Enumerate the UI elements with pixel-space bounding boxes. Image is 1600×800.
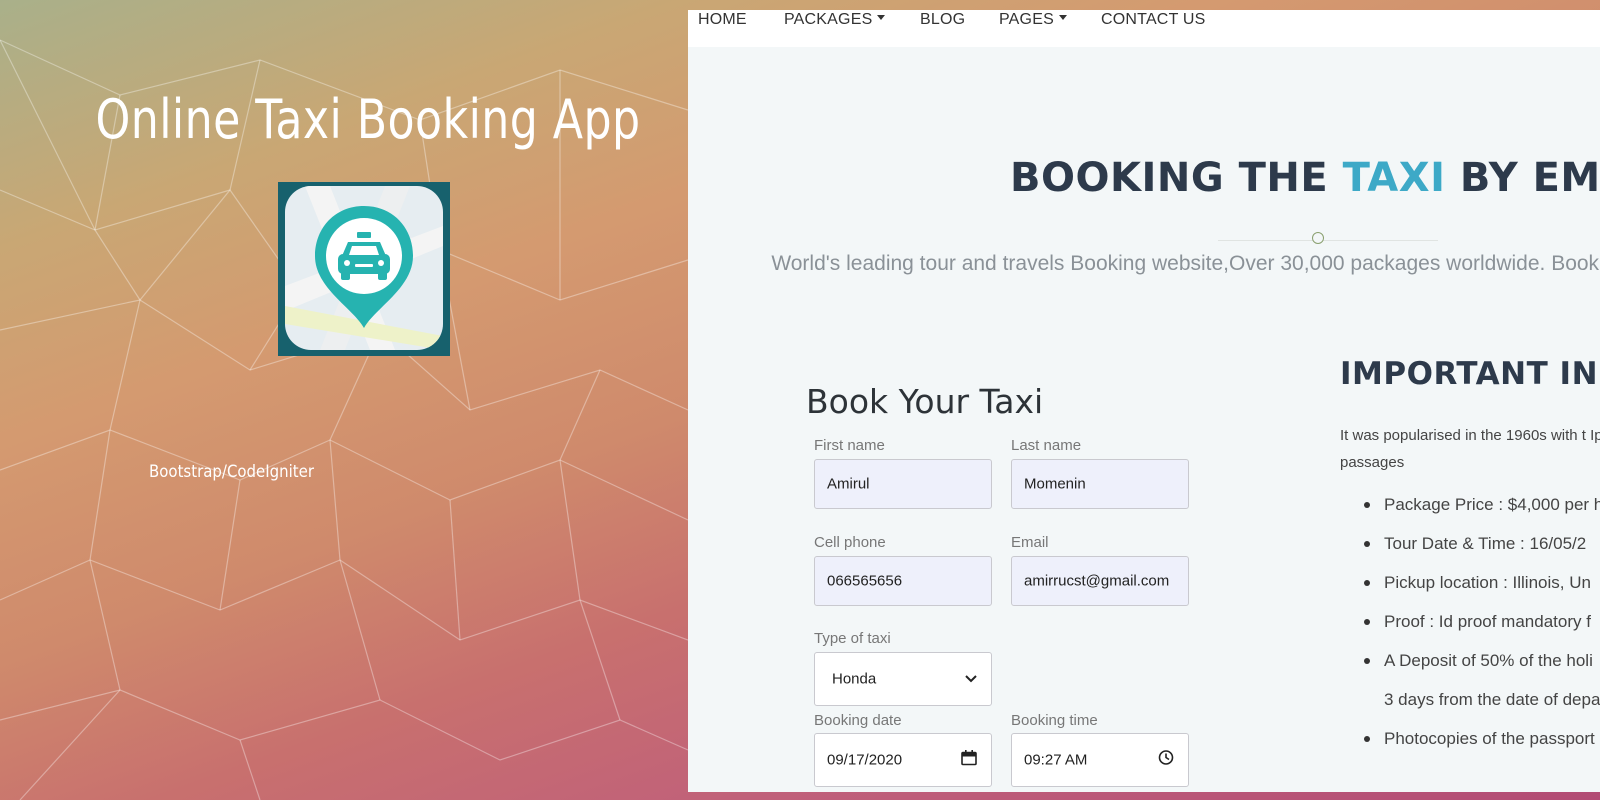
first-name-value: Amirul bbox=[827, 475, 870, 493]
list-item: Pickup location : Illinois, Un bbox=[1363, 571, 1600, 610]
booking-time-input[interactable]: 09:27 AM bbox=[1011, 733, 1189, 787]
cell-phone-label: Cell phone bbox=[814, 534, 886, 551]
taxi-type-select[interactable]: Honda bbox=[814, 652, 992, 706]
email-input[interactable]: amirrucst@gmail.com bbox=[1011, 556, 1189, 606]
nav-blog-label: BLOG bbox=[920, 11, 966, 28]
taxi-type-value: Honda bbox=[832, 670, 877, 688]
booking-time-label: Booking time bbox=[1011, 712, 1098, 729]
list-item-continuation: 3 days from the date of depa bbox=[1384, 690, 1600, 709]
nav-packages-label: PACKAGES bbox=[784, 11, 873, 28]
taxi-type-label: Type of taxi bbox=[814, 630, 891, 647]
hero-title-post: BY EMA bbox=[1459, 155, 1600, 201]
cell-phone-input[interactable]: 066565656 bbox=[814, 556, 992, 606]
nav-pages-label: PAGES bbox=[999, 11, 1054, 28]
hero-title-pre: BOOKING THE bbox=[1010, 155, 1343, 201]
booking-date-input[interactable]: 09/17/2020 bbox=[814, 733, 992, 787]
booking-form-title: Book Your Taxi bbox=[806, 382, 1044, 421]
booking-date-label: Booking date bbox=[814, 712, 902, 729]
booking-time-value: 09:27 AM bbox=[1024, 751, 1088, 769]
important-info-list: Package Price : $4,000 per h Tour Date &… bbox=[1340, 493, 1600, 766]
promo-panel: Online Taxi Booking App Bootstrap/CodeIg… bbox=[0, 0, 688, 800]
nav-pages[interactable]: PAGES bbox=[999, 11, 1067, 29]
booking-date-value: 09/17/2020 bbox=[827, 751, 903, 769]
navbar: HOME PACKAGES BLOG PAGES CONTACT US bbox=[688, 10, 1600, 47]
nav-blog[interactable]: BLOG bbox=[920, 11, 965, 29]
last-name-input[interactable]: Momenin bbox=[1011, 459, 1189, 509]
nav-contact-us[interactable]: CONTACT US bbox=[1101, 11, 1206, 29]
caret-down-icon bbox=[1058, 15, 1067, 21]
email-value: amirrucst@gmail.com bbox=[1024, 572, 1170, 590]
website-preview: HOME PACKAGES BLOG PAGES CONTACT US BOOK… bbox=[688, 10, 1600, 792]
list-item: Photocopies of the passport bbox=[1363, 727, 1600, 766]
nav-home[interactable]: HOME bbox=[698, 11, 747, 29]
app-icon bbox=[278, 182, 450, 356]
promo-subtitle: Bootstrap/CodeIgniter bbox=[149, 462, 315, 482]
chevron-down-icon bbox=[965, 670, 977, 688]
nav-home-label: HOME bbox=[698, 11, 747, 28]
email-label: Email bbox=[1011, 534, 1049, 551]
list-item: Package Price : $4,000 per h bbox=[1363, 493, 1600, 532]
list-item: Tour Date & Time : 16/05/2 bbox=[1363, 532, 1600, 571]
nav-contact-us-label: CONTACT US bbox=[1101, 11, 1206, 28]
hero-divider bbox=[1218, 240, 1438, 241]
clock-icon[interactable] bbox=[1158, 750, 1174, 771]
hero-title: BOOKING THE TAXI BY EMA bbox=[1010, 155, 1600, 201]
nav-packages[interactable]: PACKAGES bbox=[784, 11, 886, 29]
last-name-label: Last name bbox=[1011, 437, 1082, 454]
promo-title: Online Taxi Booking App bbox=[95, 88, 641, 151]
last-name-value: Momenin bbox=[1024, 475, 1086, 493]
cell-phone-value: 066565656 bbox=[827, 572, 903, 590]
taxi-location-pin-icon bbox=[285, 186, 443, 350]
first-name-input[interactable]: Amirul bbox=[814, 459, 992, 509]
important-info-title: IMPORTANT INF bbox=[1340, 356, 1600, 392]
first-name-label: First name bbox=[814, 437, 885, 454]
hero-title-accent: TAXI bbox=[1342, 155, 1446, 201]
important-info-text: It was popularised in the 1960s with t I… bbox=[1340, 427, 1600, 471]
hero-description: World's leading tour and travels Booking… bbox=[771, 252, 1600, 275]
caret-down-icon bbox=[877, 15, 886, 21]
calendar-icon[interactable] bbox=[961, 750, 977, 771]
list-item: A Deposit of 50% of the holi bbox=[1363, 649, 1600, 688]
divider-circle-icon bbox=[1312, 232, 1324, 244]
list-item: Proof : Id proof mandatory f bbox=[1363, 610, 1600, 649]
